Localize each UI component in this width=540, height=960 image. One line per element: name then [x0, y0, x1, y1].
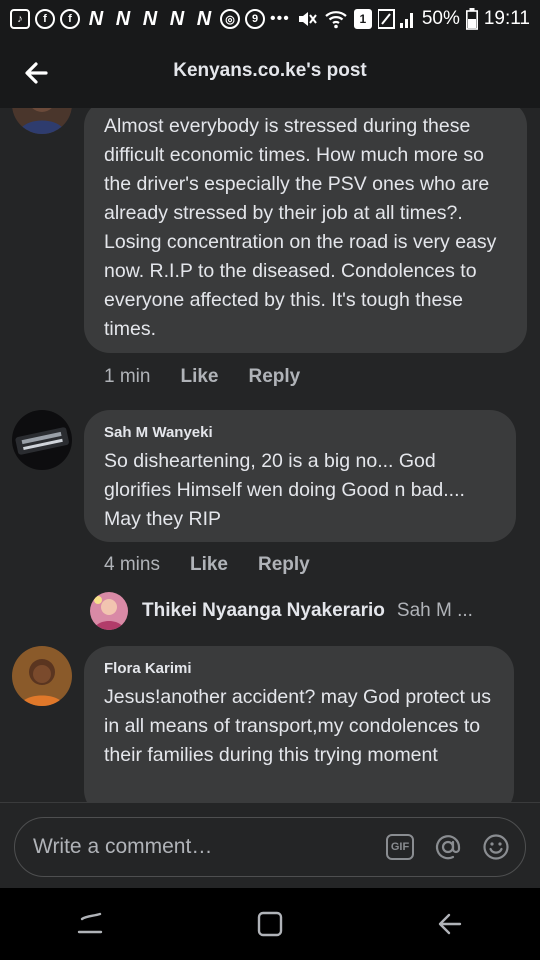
- back-icon: [438, 913, 462, 935]
- reply-button[interactable]: Reply: [249, 366, 301, 388]
- gif-icon[interactable]: GIF: [386, 834, 414, 860]
- opera-icon: 9: [245, 9, 265, 29]
- nation-icon: N: [115, 7, 131, 30]
- comment-time: 4 mins: [104, 554, 160, 575]
- clock: 19:11: [483, 8, 530, 29]
- nation-icon: N: [169, 7, 185, 30]
- comment-text: Jesus!another accident? may God protect …: [104, 686, 491, 766]
- back-nav-button[interactable]: [410, 888, 490, 960]
- facebook-icon: f: [60, 9, 80, 29]
- mute-icon: [298, 12, 317, 26]
- chrome-icon: ◎: [220, 9, 240, 29]
- comments-feed[interactable]: Almost everybody is stressed during thes…: [0, 108, 540, 802]
- nation-icon: N: [142, 7, 158, 30]
- comment-text: Almost everybody is stressed during thes…: [104, 115, 497, 340]
- battery-percent: 50%: [421, 8, 460, 29]
- app-header: Kenyans.co.ke's post: [0, 38, 540, 108]
- like-button[interactable]: Like: [190, 554, 228, 576]
- recent-apps-button[interactable]: [50, 888, 130, 960]
- arrow-left-icon: [25, 62, 48, 84]
- like-button[interactable]: Like: [180, 366, 218, 388]
- signal-icon: [377, 9, 413, 29]
- comment-author[interactable]: Flora Karimi: [104, 660, 494, 677]
- battery-icon: [465, 8, 478, 30]
- page-title: Kenyans.co.ke's post: [173, 60, 367, 81]
- home-icon: [257, 911, 283, 937]
- status-bar: ♪ f f N N N N N ◎ 9 ••• 1 50% 19:11: [0, 0, 540, 38]
- emoji-icon[interactable]: [482, 833, 510, 861]
- notification-icons: ♪ f f N N N N N ◎ 9 •••: [10, 7, 296, 30]
- view-reply[interactable]: Thikei Nyaanga Nyakerario Sah M ...: [90, 592, 473, 630]
- reply-author: Thikei Nyaanga Nyakerario: [142, 600, 385, 621]
- sim-icon: 1: [353, 9, 372, 29]
- comment-bubble[interactable]: Flora Karimi Jesus!another accident? may…: [84, 646, 514, 802]
- comment-bubble[interactable]: Sah M Wanyeki So disheartening, 20 is a …: [84, 410, 516, 542]
- composer-tools: GIF: [386, 833, 510, 861]
- comment-text: So disheartening, 20 is a big no... God …: [104, 450, 465, 530]
- reply-avatar: [90, 592, 128, 630]
- reply-snippet: Sah M ...: [396, 600, 473, 621]
- back-button[interactable]: [0, 38, 72, 108]
- comment-composer: GIF: [0, 802, 540, 888]
- wifi-icon: [325, 11, 347, 29]
- more-icon: •••: [270, 10, 290, 27]
- nation-icon: N: [196, 7, 212, 30]
- comment-bubble[interactable]: Almost everybody is stressed during thes…: [84, 108, 527, 353]
- comment-author[interactable]: Sah M Wanyeki: [104, 424, 496, 441]
- avatar[interactable]: [12, 108, 72, 134]
- system-navbar: [0, 888, 540, 960]
- system-icons: 1 50% 19:11: [296, 8, 530, 30]
- comment-time: 1 min: [104, 366, 151, 387]
- avatar[interactable]: [12, 646, 72, 706]
- avatar[interactable]: [12, 410, 72, 470]
- comment-actions: 1 min Like Reply: [104, 366, 300, 388]
- tiktok-icon: ♪: [10, 9, 30, 29]
- facebook-icon: f: [35, 9, 55, 29]
- home-button[interactable]: [230, 888, 310, 960]
- nation-icon: N: [88, 7, 104, 30]
- mention-icon[interactable]: [434, 833, 462, 861]
- comment-actions: 4 mins Like Reply: [104, 554, 310, 576]
- recent-apps-icon: [77, 912, 103, 934]
- reply-button[interactable]: Reply: [258, 554, 310, 576]
